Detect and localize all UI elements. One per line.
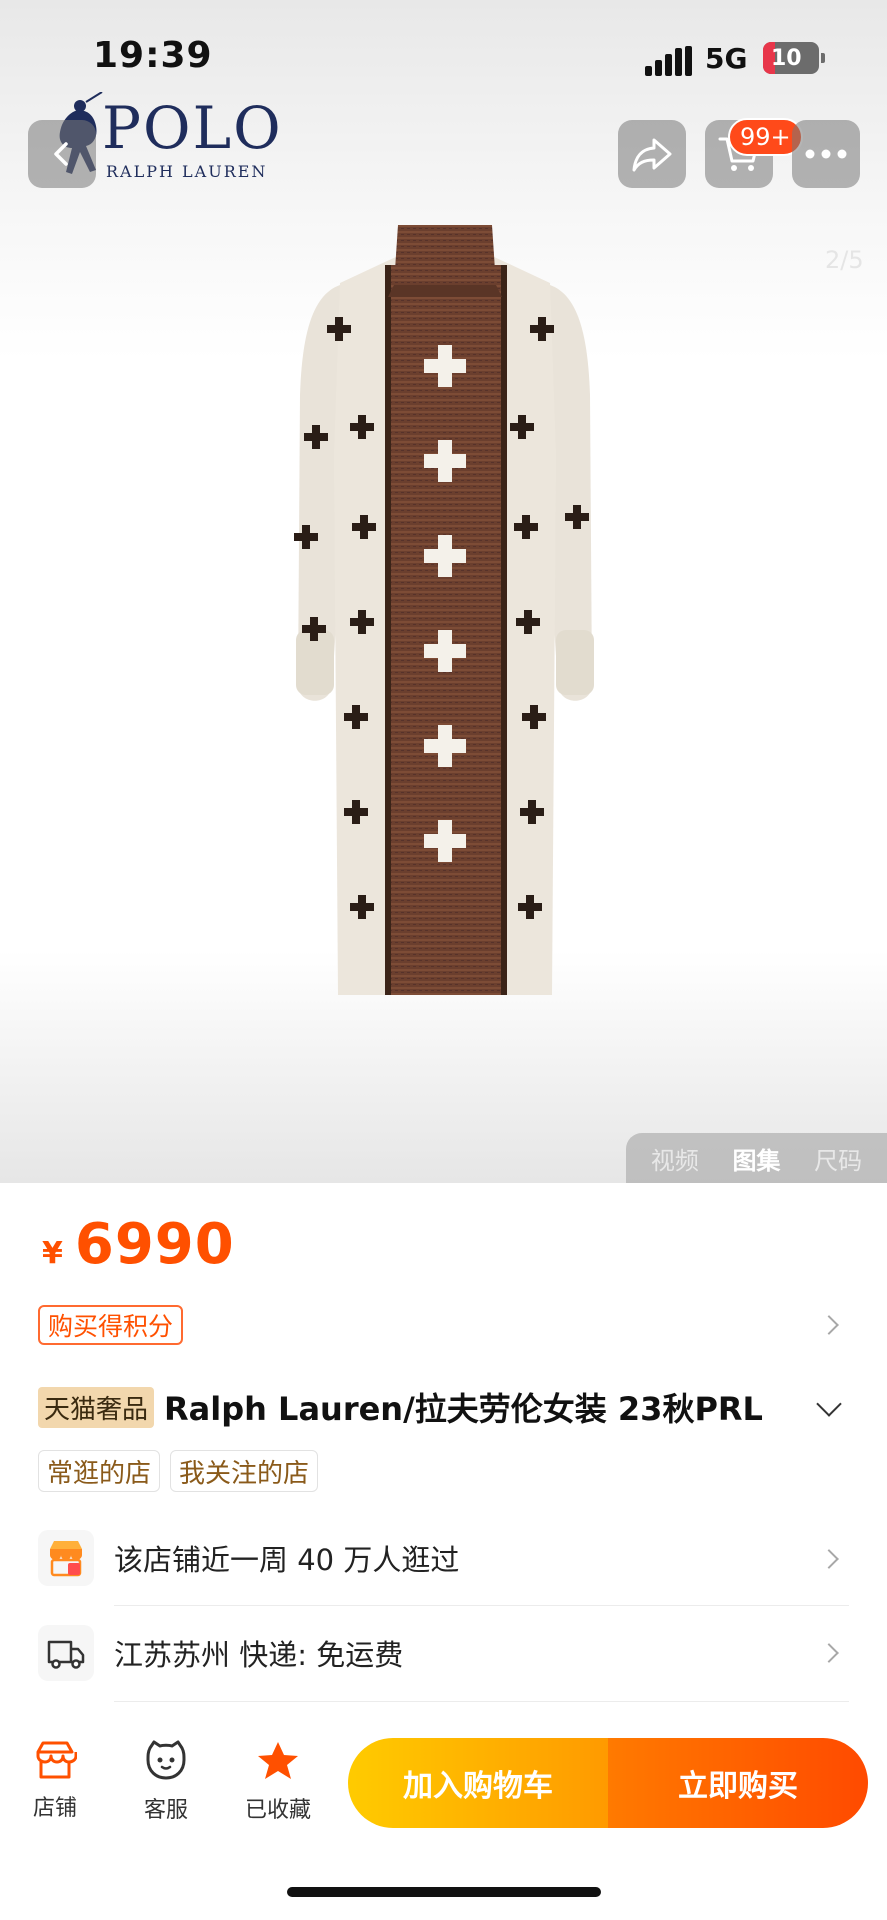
more-button[interactable] <box>792 120 860 188</box>
favorite-label: 已收藏 <box>244 1798 311 1823</box>
points-chevron-icon[interactable] <box>819 1315 839 1335</box>
product-price: ¥ 6990 <box>42 1212 235 1277</box>
battery-level: 10 <box>771 45 802 71</box>
store-button[interactable]: 店铺 <box>10 1740 100 1822</box>
battery-indicator: 10 <box>763 42 825 74</box>
store-icon <box>36 1741 77 1779</box>
network-type: 5G <box>705 42 748 75</box>
product-title-row[interactable]: 天猫奢品 Ralph Lauren/拉夫劳伦女装 23秋PRL <box>38 1384 858 1430</box>
price-value: 6990 <box>74 1212 235 1277</box>
divider <box>114 1701 849 1702</box>
truck-icon-container <box>38 1625 94 1681</box>
product-image[interactable] <box>290 225 600 1005</box>
shop-tags: 常逛的店 我关注的店 <box>38 1450 319 1492</box>
points-tag[interactable]: 购买得积分 <box>38 1305 184 1345</box>
tab-video[interactable]: 视频 <box>651 1141 699 1176</box>
store-icon-container <box>38 1530 94 1586</box>
star-filled-icon <box>258 1742 298 1779</box>
share-icon <box>632 138 672 172</box>
share-button[interactable] <box>618 120 686 188</box>
customer-service-label: 客服 <box>143 1798 188 1823</box>
shop-tag-followed[interactable]: 我关注的店 <box>170 1450 319 1492</box>
add-to-cart-button[interactable]: 加入购物车 <box>348 1738 608 1828</box>
brand-name: POLO <box>102 94 283 162</box>
tab-gallery[interactable]: 图集 <box>732 1141 780 1176</box>
customer-service-icon <box>146 1740 186 1780</box>
product-gallery[interactable]: 19:39 5G 10 POLO RALPH LAUREN 99+ 2/5 视频… <box>0 0 887 1183</box>
store-visitors-text: 该店铺近一周 40 万人逛过 <box>114 1543 460 1577</box>
brand-subname: RALPH LAUREN <box>106 162 268 181</box>
home-indicator[interactable] <box>287 1887 601 1897</box>
buy-now-button[interactable]: 立即购买 <box>608 1738 868 1828</box>
gallery-page-indicator: 2/5 <box>825 246 864 274</box>
bottom-action-bar: 店铺 客服 已收藏 加入购物车 立即购买 <box>0 1720 887 1860</box>
purchase-cta-group: 加入购物车 立即购买 <box>348 1738 868 1828</box>
shipping-row[interactable]: 江苏苏州 快递: 免运费 <box>38 1613 848 1693</box>
store-icon <box>50 1541 82 1577</box>
price-currency: ¥ <box>42 1236 63 1271</box>
favorite-button[interactable]: 已收藏 <box>233 1740 323 1824</box>
divider <box>114 1605 849 1606</box>
store-label: 店铺 <box>32 1796 77 1821</box>
status-time: 19:39 <box>93 35 213 76</box>
product-title: Ralph Lauren/拉夫劳伦女装 23秋PRL <box>164 1390 763 1428</box>
customer-service-button[interactable]: 客服 <box>121 1740 211 1824</box>
shipping-text: 江苏苏州 快递: 免运费 <box>114 1638 404 1672</box>
shop-tag-frequent[interactable]: 常逛的店 <box>38 1450 161 1492</box>
luxury-tag: 天猫奢品 <box>38 1386 155 1428</box>
back-button[interactable] <box>28 120 96 188</box>
tab-size[interactable]: 尺码 <box>814 1141 862 1176</box>
signal-icon <box>645 46 692 76</box>
gallery-tabs: 视频 图集 尺码 <box>626 1133 887 1183</box>
chevron-left-icon <box>54 142 68 166</box>
more-dots-icon <box>805 149 847 159</box>
delivery-truck-icon <box>47 1640 85 1669</box>
store-visitors-row[interactable]: 该店铺近一周 40 万人逛过 <box>38 1518 848 1598</box>
